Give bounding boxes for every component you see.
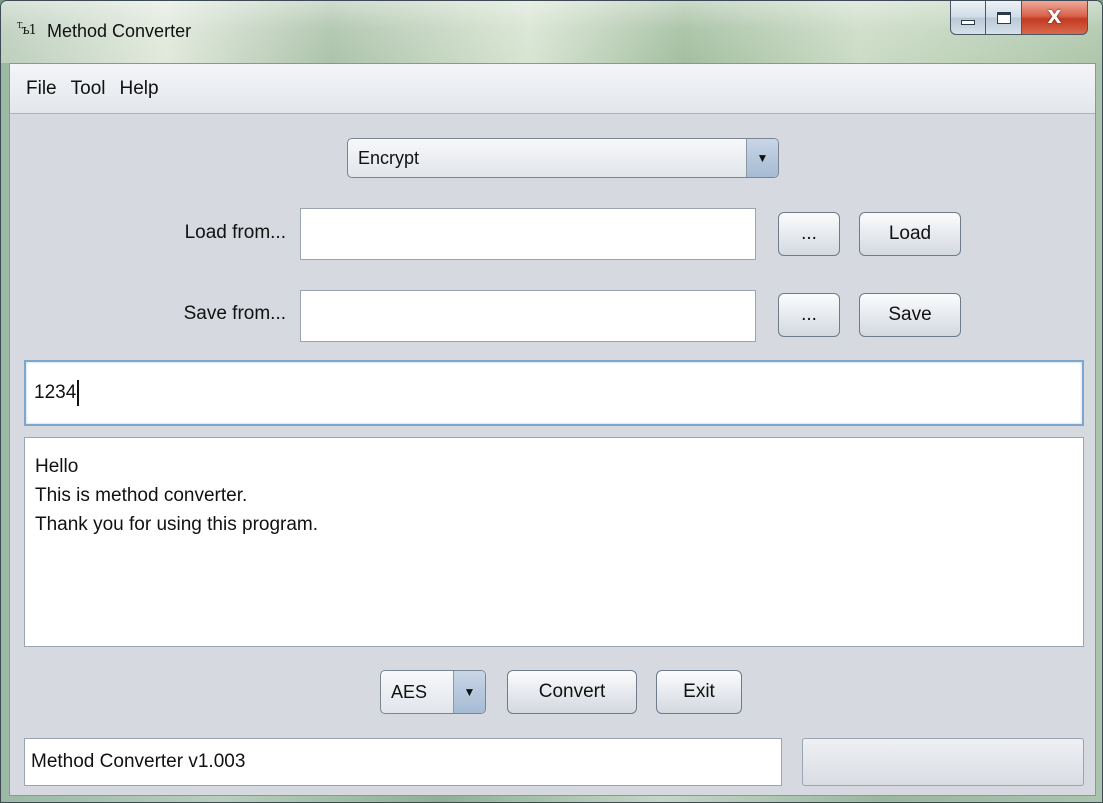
menu-tool[interactable]: Tool: [69, 74, 108, 104]
chevron-down-icon[interactable]: ▼: [453, 671, 485, 713]
message-textarea[interactable]: Hello This is method converter. Thank yo…: [24, 437, 1084, 647]
title-bar[interactable]: Tъ1 Method Converter X: [1, 1, 1102, 63]
key-input[interactable]: 1234: [24, 360, 1084, 426]
menu-help[interactable]: Help: [117, 74, 160, 104]
client-area: File Tool Help Encrypt ▼ Load from... ..…: [9, 63, 1096, 796]
save-browse-button[interactable]: ...: [778, 293, 840, 337]
exit-button[interactable]: Exit: [656, 670, 742, 714]
status-text: Method Converter v1.003: [24, 738, 782, 786]
minimize-button[interactable]: [950, 1, 986, 35]
status-progress-panel: [802, 738, 1084, 786]
maximize-button[interactable]: [986, 1, 1022, 35]
menu-bar: File Tool Help: [10, 64, 1095, 114]
key-input-value: 1234: [34, 382, 77, 403]
window-controls: X: [950, 1, 1088, 35]
textarea-line: This is method converter.: [35, 485, 248, 506]
algorithm-dropdown[interactable]: AES ▼: [380, 670, 486, 714]
app-window: Tъ1 Method Converter X File Tool Help En…: [0, 0, 1103, 803]
menu-file[interactable]: File: [24, 74, 59, 104]
save-from-label: Save from...: [183, 303, 286, 324]
textarea-line: Thank you for using this program.: [35, 514, 319, 535]
textarea-line: Hello: [35, 456, 79, 477]
load-button[interactable]: Load: [859, 212, 961, 256]
algorithm-dropdown-value: AES: [391, 681, 428, 702]
minimize-icon: [961, 20, 975, 25]
chevron-down-icon[interactable]: ▼: [746, 139, 778, 177]
app-icon: Tъ1: [17, 21, 37, 38]
convert-button[interactable]: Convert: [507, 670, 637, 714]
maximize-icon: [996, 11, 1011, 24]
load-browse-button[interactable]: ...: [778, 212, 840, 256]
mode-dropdown-value: Encrypt: [358, 147, 420, 168]
mode-dropdown[interactable]: Encrypt ▼: [347, 138, 779, 178]
load-from-label: Load from...: [184, 222, 286, 243]
save-path-input[interactable]: [300, 290, 756, 342]
text-caret: [77, 380, 80, 406]
window-title: Method Converter: [47, 21, 192, 41]
status-bar: Method Converter v1.003: [24, 738, 1084, 786]
save-button[interactable]: Save: [859, 293, 961, 337]
close-icon: X: [1047, 7, 1062, 28]
close-button[interactable]: X: [1022, 1, 1088, 35]
load-path-input[interactable]: [300, 208, 756, 260]
